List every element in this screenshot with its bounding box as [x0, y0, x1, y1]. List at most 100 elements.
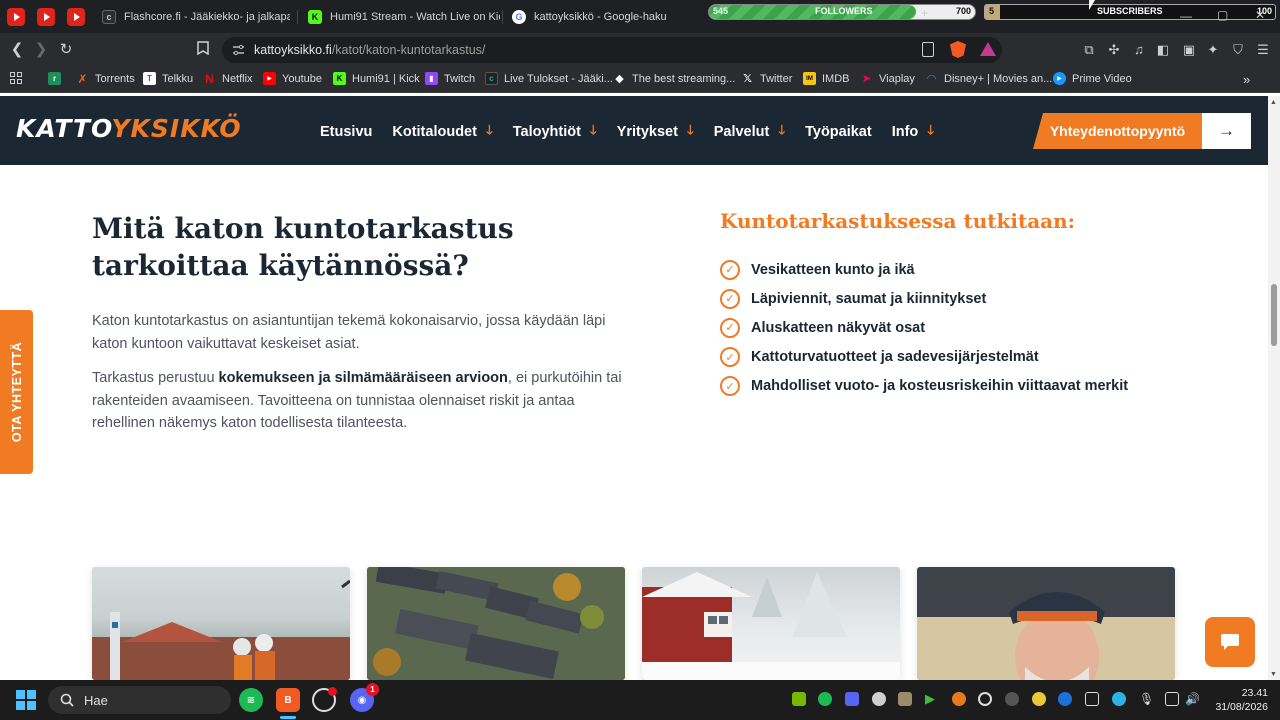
taskbar-clock[interactable]: 23.41 31/08/2026 — [1208, 686, 1268, 714]
spotify-icon[interactable]: ≋ — [239, 688, 263, 712]
nav-item-palvelut[interactable]: Palvelut 🡓 — [714, 121, 785, 143]
steam-like-app-icon[interactable] — [312, 687, 337, 712]
image-card-aerial-housing[interactable] — [367, 567, 625, 680]
bookmark-kick[interactable]: K Humi91 | Kick — [333, 72, 420, 85]
music-icon[interactable]: ♫ — [1131, 42, 1147, 58]
play-tray-icon[interactable]: ▶ — [925, 692, 939, 706]
scroll-up-icon[interactable]: ▲ — [1270, 99, 1277, 106]
followers-goal: 700 — [955, 6, 971, 16]
subscribers-current: 5 — [989, 6, 995, 16]
edge-tray-icon[interactable] — [1112, 692, 1126, 706]
tab-title: Humi91 Stream - Watch Live on Kick — [330, 11, 500, 23]
network-icon[interactable] — [1165, 692, 1179, 706]
tab-flashscore[interactable]: c Flashcore.fi - Jääkiekko- ja jalkapall… — [102, 4, 290, 30]
bookmark-telkku[interactable]: T Telkku — [143, 72, 193, 85]
spotify-tray-icon[interactable] — [818, 692, 832, 706]
checklist-item: ✓ Kattoturvatuotteet ja sadevesijärjestel… — [720, 343, 1128, 372]
new-tab-button[interactable]: + — [921, 6, 928, 20]
app2-tray-icon[interactable] — [1005, 692, 1019, 706]
bookmark-twitch[interactable]: ▮ Twitch — [425, 72, 475, 85]
bookmark-torrents[interactable]: ✗ Torrents — [76, 71, 134, 86]
nvidia-tray-icon[interactable] — [792, 692, 806, 706]
taskbar-search[interactable]: Hae — [48, 686, 231, 714]
bookmark-netflix[interactable]: N Netflix — [203, 72, 252, 86]
leo-ai-icon[interactable]: ✦ — [1205, 42, 1221, 58]
tab-kick[interactable]: K Humi91 Stream - Watch Live on Kick — [308, 4, 500, 30]
torrents-icon: ✗ — [77, 71, 88, 86]
vpn-icon[interactable]: ⛉ — [1230, 42, 1246, 58]
kick-icon: K — [308, 10, 322, 24]
image-card-roofer-portrait[interactable] — [917, 567, 1175, 680]
app3-tray-icon[interactable] — [1032, 692, 1046, 706]
bookmark-live-tulokset[interactable]: c Live Tulokset - Jääki... — [485, 72, 613, 85]
maximize-icon[interactable]: ▢ — [1217, 8, 1228, 22]
followers-goal-overlay: 545 FOLLOWERS 700 — [708, 4, 976, 20]
bookmark-prime-video[interactable]: ▶ Prime Video — [1053, 72, 1132, 85]
app-tray-icon[interactable] — [898, 692, 912, 706]
check-circle-icon: ✓ — [720, 317, 740, 338]
browser-tab-strip: c Flashcore.fi - Jääkiekko- ja jalkapall… — [0, 0, 1280, 33]
checklist-heading: Kuntotarkastuksessa tutkitaan: — [720, 209, 1076, 233]
more-bookmarks-icon[interactable]: » — [1243, 72, 1250, 87]
reader-mode-icon[interactable] — [922, 42, 934, 57]
microphone-icon[interactable]: 🎙 — [1139, 692, 1154, 706]
pinned-tab-youtube-2[interactable] — [37, 8, 55, 26]
minimize-icon[interactable]: — — [1180, 9, 1192, 23]
contact-request-label: Yhteydenottopyyntö — [1033, 113, 1202, 149]
address-bar[interactable]: kattoyksikko.fi/katot/katon-kuntotarkast… — [222, 37, 1002, 63]
tab-google[interactable]: G kattoyksikkö - Google-haku — [512, 4, 702, 30]
forward-icon[interactable]: ❯ — [32, 41, 50, 59]
cast-icon[interactable]: ⧉ — [1081, 42, 1097, 58]
brave-rewards-icon[interactable] — [980, 42, 996, 56]
nav-item-info[interactable]: Info 🡓 — [892, 121, 934, 143]
pinned-tab-youtube-3[interactable] — [67, 8, 85, 26]
sidebar-icon[interactable]: ◧ — [1155, 42, 1171, 58]
bluetooth-tray-icon[interactable] — [1058, 692, 1072, 706]
bookmark-icon[interactable] — [194, 41, 212, 59]
bookmark-flashscore-icon[interactable]: r — [48, 72, 67, 85]
nav-item-taloyhtiot[interactable]: Taloyhtiöt 🡓 — [513, 121, 597, 143]
site-info-icon[interactable] — [232, 44, 245, 56]
cloud-tray-icon[interactable] — [872, 692, 886, 706]
back-icon[interactable]: ❮ — [8, 41, 26, 59]
nav-item-kotitaloudet[interactable]: Kotitaloudet 🡓 — [392, 121, 492, 143]
wallet-icon[interactable]: ▣ — [1181, 42, 1197, 58]
live-tulokset-icon: c — [485, 72, 498, 85]
volume-icon[interactable]: 🔊 — [1185, 692, 1200, 706]
battery-tray-icon[interactable] — [1085, 692, 1099, 706]
contact-request-button[interactable]: Yhteydenottopyyntö → — [1033, 113, 1251, 149]
brave-browser-icon[interactable]: B — [276, 688, 300, 712]
scroll-down-icon[interactable]: ▼ — [1270, 671, 1277, 678]
scrollbar-thumb[interactable] — [1271, 284, 1277, 346]
bookmark-imdb[interactable]: IM IMDB — [803, 72, 850, 85]
steam-tray-icon[interactable] — [978, 692, 992, 706]
page-scrollbar[interactable]: ▲ ▼ — [1268, 96, 1280, 680]
bookmark-disney[interactable]: ◠ Disney+ | Movies an... — [925, 72, 1052, 86]
pinned-tab-youtube-1[interactable] — [7, 8, 25, 26]
subscribers-label: SUBSCRIBERS — [1097, 6, 1163, 16]
nav-item-tyopaikat[interactable]: Työpaikat — [805, 121, 872, 143]
menu-icon[interactable]: ☰ — [1255, 42, 1271, 58]
contact-side-tab[interactable]: OTA YHTEYTTÄ — [0, 310, 33, 474]
discord-icon[interactable]: ◉ 1 — [350, 683, 379, 712]
site-logo[interactable]: KATTOYKSIKKÖ — [16, 114, 242, 143]
image-card-roof-workers[interactable] — [92, 567, 350, 680]
nav-item-yritykset[interactable]: Yritykset 🡓 — [617, 121, 694, 143]
image-card-winter-house[interactable] — [642, 567, 900, 680]
sync-tray-icon[interactable] — [952, 692, 966, 706]
nav-item-etusivu[interactable]: Etusivu — [320, 121, 372, 143]
check-circle-icon: ✓ — [720, 288, 740, 309]
brave-shields-icon[interactable] — [950, 41, 966, 58]
bookmark-streaming[interactable]: ◆ The best streaming... — [613, 72, 735, 86]
discord-tray-icon[interactable] — [845, 692, 859, 706]
apps-icon[interactable] — [10, 72, 22, 84]
chat-button[interactable] — [1205, 617, 1255, 667]
close-icon[interactable]: ✕ — [1255, 8, 1265, 22]
extensions-icon[interactable]: ✣ — [1106, 42, 1122, 58]
start-button-icon[interactable] — [16, 690, 36, 710]
disney-icon: ◠ — [927, 73, 936, 85]
bookmark-viaplay[interactable]: ➤ Viaplay — [860, 72, 915, 86]
bookmark-twitter[interactable]: 𝕏 Twitter — [741, 72, 792, 86]
reload-icon[interactable]: ↻ — [57, 41, 75, 59]
bookmark-youtube[interactable]: ▶ Youtube — [263, 72, 322, 85]
